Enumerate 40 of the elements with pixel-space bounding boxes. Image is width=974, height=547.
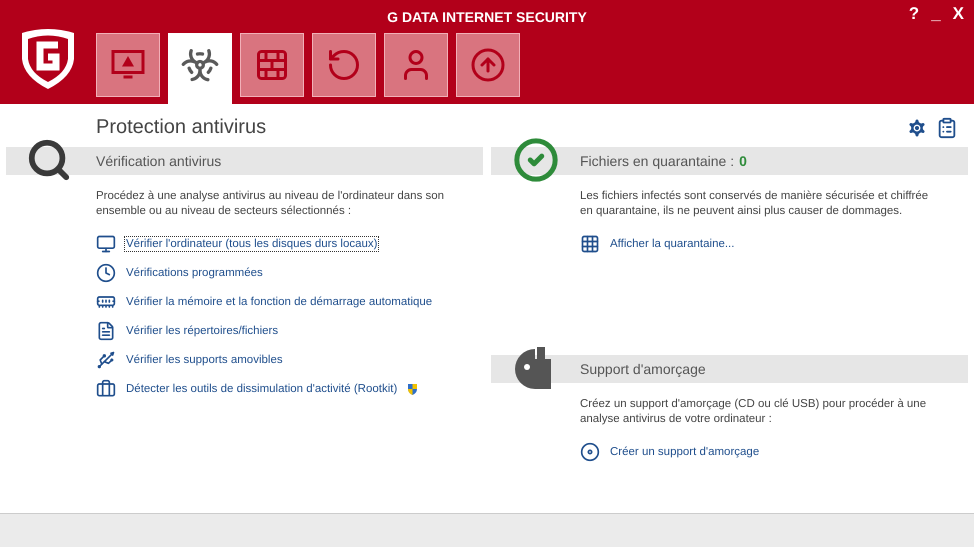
- section-title: Support d'amorçage: [580, 361, 706, 377]
- module-tab[interactable]: [456, 33, 520, 97]
- scan-link[interactable]: Vérifier les répertoires/fichiers: [125, 324, 280, 338]
- backup-arrow-icon: [326, 47, 362, 83]
- disc-icon: [580, 442, 600, 462]
- quarantine-count: 0: [739, 153, 747, 169]
- boot-media-link[interactable]: Créer un support d'amorçage: [609, 444, 760, 458]
- scan-link[interactable]: Vérifications programmées: [125, 266, 264, 280]
- usb-icon: [96, 350, 116, 370]
- scan-link[interactable]: Vérifier la mémoire et la fonction de démarrage automatique: [125, 294, 434, 308]
- module-tab[interactable]: [384, 33, 448, 97]
- description: Créez un support d'amorçage (CD ou clé USB) pour procéder à une analyse antivirus de votre ordinateur :: [580, 397, 928, 427]
- briefcase-icon: [96, 378, 116, 398]
- section-title: Fichiers en quarantaine :: [580, 153, 734, 169]
- scan-link[interactable]: Vérifier l'ordinateur (tous les disques durs locaux): [125, 236, 378, 250]
- search-icon: [26, 137, 72, 183]
- upload-icon: [470, 47, 506, 83]
- firewall-icon: [254, 47, 290, 83]
- minimize-button[interactable]: _: [929, 4, 943, 24]
- close-button[interactable]: X: [950, 4, 966, 24]
- description: Procédez à une analyse antivirus au niveau de l'ordinateur dans son ensemble ou au niveau de secteurs sélectionnés :: [96, 189, 446, 219]
- grid-icon: [580, 234, 600, 254]
- quarantine-link[interactable]: Afficher la quarantaine...: [609, 236, 736, 250]
- clipboard-icon[interactable]: [936, 116, 958, 138]
- section-title: Vérification antivirus: [96, 153, 222, 169]
- module-tab[interactable]: [168, 33, 232, 104]
- module-tab[interactable]: [312, 33, 376, 97]
- module-tab[interactable]: [240, 33, 304, 97]
- settings-icon[interactable]: [906, 116, 928, 138]
- scan-link[interactable]: Vérifier les supports amovibles: [125, 352, 284, 366]
- description: Les fichiers infectés sont conservés de manière sécurisée et chiffrée en quarantaine, ils ne peuvent ainsi plus causer de dommages.: [580, 189, 930, 219]
- check-circle-icon: [513, 137, 559, 183]
- page-title: Protection antivirus: [96, 116, 266, 139]
- file-icon: [96, 320, 116, 340]
- help-button[interactable]: ?: [906, 4, 922, 24]
- clock-icon: [96, 262, 116, 282]
- monitor-icon: [96, 234, 116, 254]
- module-tab[interactable]: [96, 33, 160, 97]
- scan-link[interactable]: Détecter les outils de dissimulation d'activité (Rootkit): [125, 382, 398, 396]
- window-title: G DATA INTERNET SECURITY: [387, 8, 587, 24]
